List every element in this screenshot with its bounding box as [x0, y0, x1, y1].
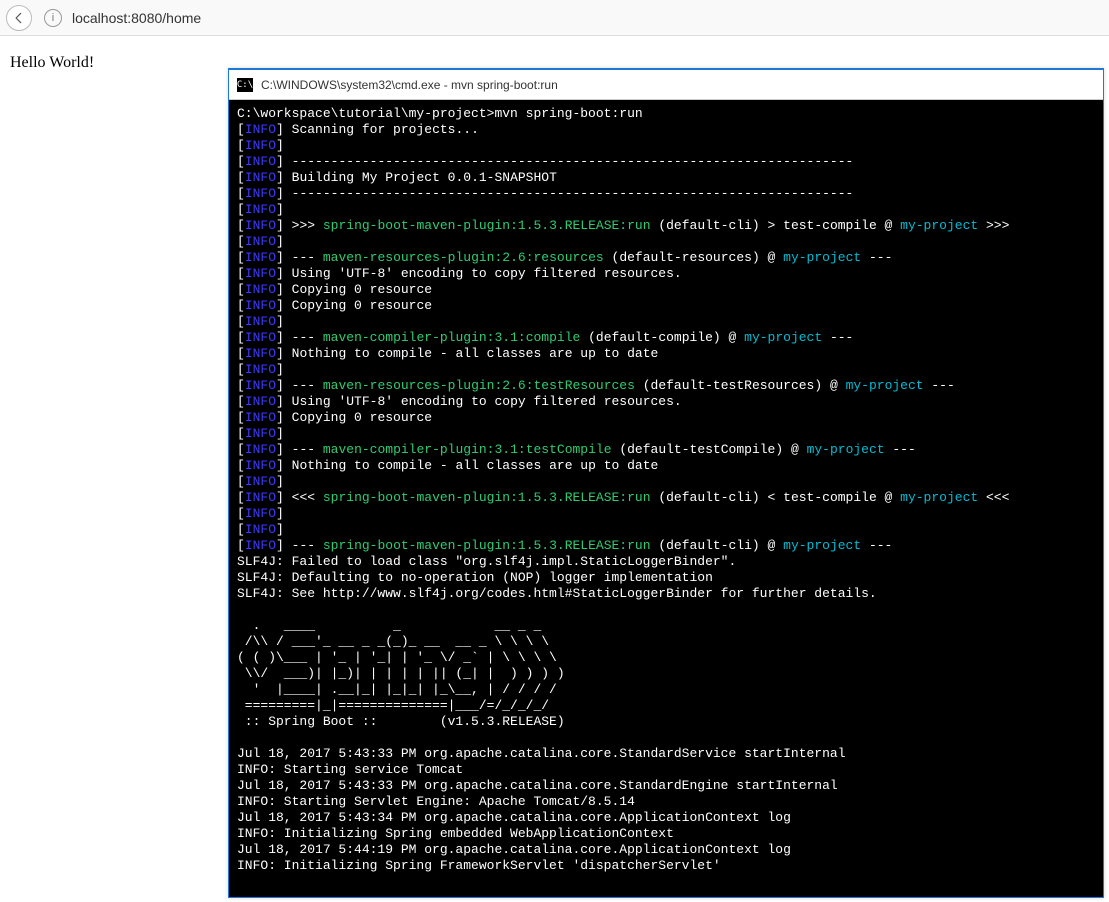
back-button[interactable]: [6, 5, 32, 31]
cmd-line: C:\workspace\tutorial\my-project>mvn spr…: [237, 106, 643, 121]
cmd-titlebar[interactable]: C:\ C:\WINDOWS\system32\cmd.exe - mvn sp…: [229, 70, 1103, 100]
cmd-output: C:\workspace\tutorial\my-project>mvn spr…: [229, 100, 1103, 897]
hello-text: Hello World!: [10, 54, 94, 71]
site-info-icon[interactable]: i: [44, 9, 62, 27]
browser-toolbar: i localhost:8080/home: [0, 0, 1109, 36]
arrow-left-icon: [12, 11, 26, 25]
cmd-title: C:\WINDOWS\system32\cmd.exe - mvn spring…: [261, 78, 558, 92]
cmd-window[interactable]: C:\ C:\WINDOWS\system32\cmd.exe - mvn sp…: [228, 68, 1104, 898]
cmd-icon: C:\: [237, 78, 253, 92]
spring-banner: . ____ _ __ _ _ /\\ / ___'_ __ _ _(_)_ _…: [237, 618, 565, 713]
address-bar[interactable]: localhost:8080/home: [72, 10, 201, 26]
